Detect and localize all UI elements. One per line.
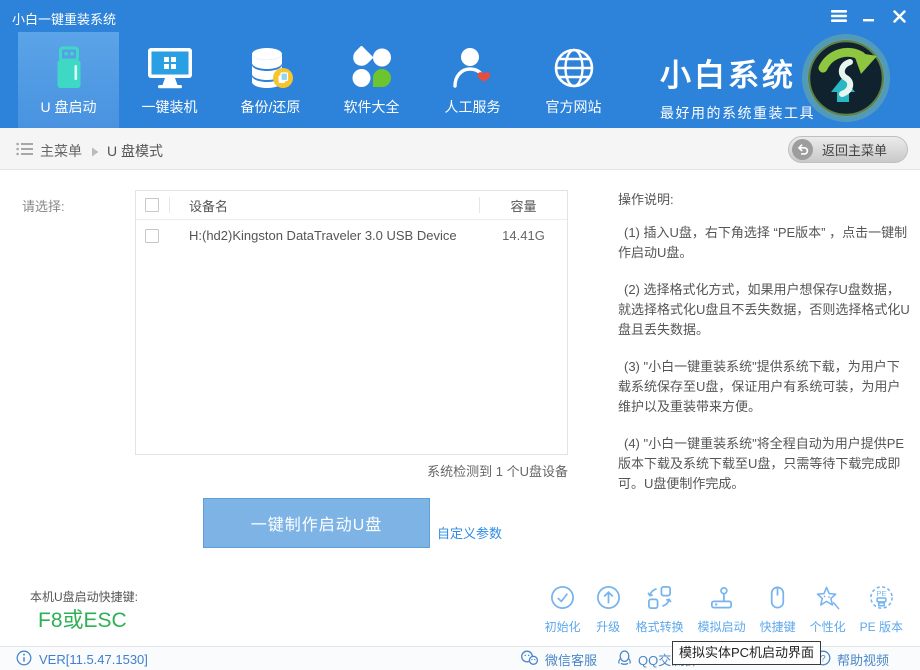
nav-item-usb-boot[interactable]: U 盘启动 [18,32,119,128]
globe-icon [551,44,597,90]
table-row[interactable]: H:(hd2)Kingston DataTraveler 3.0 USB Dev… [136,220,567,251]
info-icon [16,650,32,669]
instruction-step: (3) "小白一键重装系统"提供系统下载，为用户下载系统保存至U盘，保证用户有系… [618,357,910,417]
tool-format-convert[interactable]: 格式转换 [629,584,691,635]
usb-drive-icon [49,44,89,90]
version-info: VER[11.5.47.1530] [16,650,148,669]
clover-apps-icon [349,44,395,90]
hotkey-value: F8或ESC [38,604,127,634]
nav-label: U 盘启动 [41,97,97,117]
tool-upgrade[interactable]: 升级 [588,584,629,635]
pe-version-icon: PE [868,584,895,616]
row-spacer [169,228,170,244]
brand-subtitle: 最好用的系统重装工具 [660,103,815,123]
hotkey-label: 本机U盘启动快捷键: [30,588,138,605]
tool-pe-version[interactable]: PE PE 版本 [853,584,910,635]
brand-logo-icon [801,32,891,124]
nav-label: 备份/还原 [241,97,301,117]
back-to-main-button[interactable]: 返回主菜单 [788,136,908,163]
format-convert-icon [646,584,673,616]
table-header: 设备名 容量 [136,191,567,220]
monitor-icon [145,44,195,90]
breadcrumb-root[interactable]: 主菜单 [40,141,82,161]
customer-service-icon [450,44,496,90]
menu-icon[interactable] [824,0,854,32]
header-separator [169,197,170,213]
detect-status-text: 系统检测到 1 个U盘设备 [135,461,568,480]
personalize-star-icon [814,584,841,616]
initialize-icon [549,584,576,616]
wechat-label: 微信客服 [545,650,597,669]
device-table: 设备名 容量 H:(hd2)Kingston DataTraveler 3.0 … [135,190,568,455]
breadcrumb-current: U 盘模式 [107,141,163,161]
back-arrow-icon [792,139,813,160]
database-backup-icon [246,44,296,90]
device-capacity: 14.41G [480,228,567,243]
version-text: VER[11.5.47.1530] [39,652,148,667]
col-capacity: 容量 [480,196,567,215]
col-device-name: 设备名 [189,196,469,215]
titlebar: 小白一键重装系统 [0,0,920,32]
close-icon[interactable] [884,0,914,32]
main-nav: U 盘启动 一键装机 [0,32,920,128]
wechat-icon [520,650,539,669]
app-window: 小白一键重装系统 U 盘 [0,0,920,670]
custom-params-link[interactable]: 自定义参数 [437,523,502,542]
nav-item-software[interactable]: 软件大全 [321,32,422,128]
select-label: 请选择: [22,196,65,215]
nav-label: 人工服务 [445,97,501,117]
instruction-step: (1) 插入U盘，右下角选择 “PE版本” ，点击一键制作启动U盘。 [618,223,910,263]
instruction-step: (2) 选择格式化方式，如果用户想保存U盘数据，就选择格式化U盘且不丢失数据，否… [618,280,910,340]
nav-label: 一键装机 [142,97,198,117]
svg-text:?: ? [820,653,825,664]
svg-text:PE: PE [877,589,887,598]
instruction-step: (4) "小白一键重装系统"将全程自动为用户提供PE版本下载及系统下载至U盘，只… [618,434,910,494]
wechat-support-link[interactable]: 微信客服 [520,650,597,669]
nav-item-backup-restore[interactable]: 备份/还原 [220,32,321,128]
brand-title: 小白系统 [660,50,815,95]
select-all-checkbox[interactable] [145,198,159,212]
list-icon [16,142,33,161]
breadcrumb-arrow-icon [91,144,99,162]
brand: 小白系统 最好用的系统重装工具 [660,50,815,123]
tool-row: 初始化 升级 格式转换 [538,584,910,635]
tool-personalize[interactable]: 个性化 [803,584,853,635]
upgrade-icon [595,584,622,616]
help-video-link[interactable]: ? 帮助视频 [815,650,889,669]
window-title: 小白一键重装系统 [12,9,116,28]
nav-item-website[interactable]: 官方网站 [523,32,624,128]
help-label: 帮助视频 [837,650,889,669]
minimize-icon[interactable] [854,0,884,32]
nav-item-one-key-install[interactable]: 一键装机 [119,32,220,128]
tool-initialize[interactable]: 初始化 [538,584,588,635]
footer: 本机U盘启动快捷键: F8或ESC 初始化 升级 [0,583,920,646]
tool-simulate-boot[interactable]: 模拟启动 [691,584,753,635]
device-name: H:(hd2)Kingston DataTraveler 3.0 USB Dev… [189,228,480,243]
nav-label: 官方网站 [546,97,602,117]
make-boot-usb-button[interactable]: 一键制作启动U盘 [203,498,430,548]
window-controls [824,0,914,32]
device-checkbox[interactable] [145,229,159,243]
breadcrumb: 主菜单 U 盘模式 返回主菜单 [0,128,920,170]
simulate-boot-icon [708,584,735,616]
nav-item-service[interactable]: 人工服务 [422,32,523,128]
tool-hotkey[interactable]: 快捷键 [753,584,803,635]
instructions-panel: 操作说明: (1) 插入U盘，右下角选择 “PE版本” ，点击一键制作启动U盘。… [618,190,910,511]
mouse-hotkey-icon [764,584,791,616]
instructions-title: 操作说明: [618,190,910,210]
back-button-label: 返回主菜单 [822,140,887,159]
tooltip: 模拟实体PC机启动界面 [672,641,821,665]
nav-label: 软件大全 [344,97,400,117]
qq-icon [617,650,632,669]
main-content: 请选择: 设备名 容量 H:(hd2)Kingston DataTraveler… [0,170,920,583]
